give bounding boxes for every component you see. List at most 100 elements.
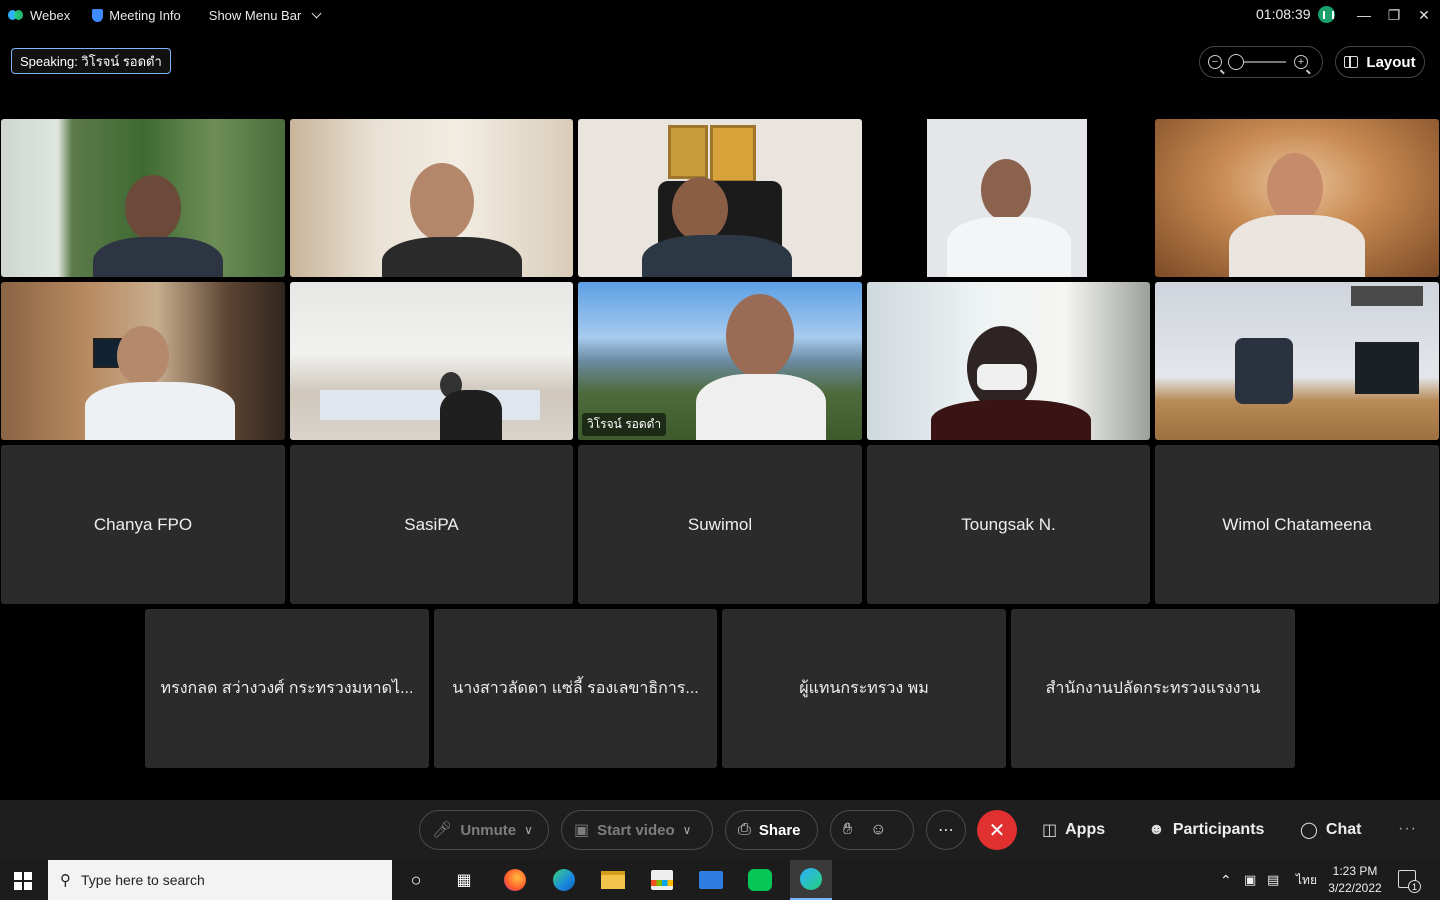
share-label: Share: [758, 821, 801, 839]
windows-taskbar: ⚲ Type here to search ○ ▦ ⌃ ▣ ▤ ไทย 1:23…: [0, 860, 1440, 900]
participant-tile[interactable]: ผู้แทนกระทรวง พม: [722, 609, 1006, 768]
meeting-info-button[interactable]: Meeting Info: [92, 8, 181, 23]
meet-now-icon[interactable]: ▣: [1244, 860, 1256, 900]
video-tile[interactable]: [867, 282, 1150, 440]
video-tile[interactable]: [290, 119, 573, 277]
participants-button[interactable]: ☻ Participants: [1148, 810, 1264, 850]
video-tile-active-speaker[interactable]: วิโรจน์ รอดดำ: [578, 282, 862, 440]
edge-icon[interactable]: [549, 865, 579, 895]
participant-tile[interactable]: Suwimol: [578, 445, 862, 604]
webex-taskbar-icon[interactable]: [790, 860, 832, 900]
file-explorer-icon[interactable]: [598, 865, 628, 895]
video-off-icon: ▣: [574, 822, 590, 839]
share-button[interactable]: ⎙ Share: [725, 810, 818, 850]
restore-icon[interactable]: ❐: [1381, 4, 1407, 26]
chevron-up-icon[interactable]: ⌃: [1220, 860, 1232, 900]
meeting-info-label: Meeting Info: [109, 7, 181, 23]
shield-icon: [92, 8, 104, 22]
share-screen-icon: ⎙: [738, 821, 751, 838]
participant-tile[interactable]: สำนักงานปลัดกระทรวงแรงงาน: [1011, 609, 1295, 768]
video-tile[interactable]: [578, 119, 862, 277]
show-menu-bar-button[interactable]: Show Menu Bar: [208, 7, 322, 23]
store-icon[interactable]: [647, 865, 677, 895]
show-menu-bar-label: Show Menu Bar: [208, 7, 302, 23]
participant-figure: [125, 175, 181, 241]
windows-start-icon[interactable]: [14, 872, 32, 890]
meeting-timer: 01:08:39: [1256, 6, 1311, 22]
app-name: Webex: [30, 7, 71, 23]
line-icon[interactable]: [745, 865, 775, 895]
participant-tile[interactable]: Wimol Chatameena: [1155, 445, 1439, 604]
zoom-slider-knob[interactable]: [1228, 54, 1244, 70]
participant-body: [947, 217, 1071, 277]
participant-figure: [1267, 153, 1323, 223]
webex-app-label[interactable]: Webex: [8, 8, 70, 23]
empty-chair: [1235, 338, 1293, 404]
apps-grid-icon: ◫: [1042, 822, 1058, 839]
notification-count: 1: [1408, 880, 1421, 893]
participant-figure: [981, 159, 1031, 221]
participant-figure: [672, 177, 728, 241]
more-options-button[interactable]: ⋯: [926, 810, 966, 850]
zoom-slider[interactable]: [1228, 54, 1286, 70]
chat-bubble-icon: ◯: [1300, 822, 1318, 839]
video-zoom-control: − +: [1199, 46, 1323, 78]
overflow-menu-icon[interactable]: ···: [1398, 820, 1417, 838]
taskbar-clock[interactable]: 1:23 PM 3/22/2022: [1324, 863, 1386, 897]
input-language[interactable]: ไทย: [1296, 860, 1317, 900]
participant-tile[interactable]: Chanya FPO: [1, 445, 285, 604]
firefox-icon[interactable]: [500, 865, 530, 895]
chat-label: Chat: [1325, 821, 1362, 838]
close-icon: ✕: [988, 819, 1006, 842]
leave-meeting-button[interactable]: ✕: [977, 810, 1017, 850]
network-health-icon[interactable]: [1318, 6, 1335, 23]
video-tile[interactable]: [867, 119, 1150, 277]
wall-picture: [1351, 286, 1423, 306]
participant-body: [93, 237, 223, 277]
participant-body: [382, 237, 522, 277]
notification-icon[interactable]: 1: [1398, 870, 1421, 893]
participant-name: ผู้แทนกระทรวง พม: [799, 680, 929, 697]
wall-picture: [668, 125, 708, 179]
taskbar-search[interactable]: ⚲ Type here to search: [48, 860, 392, 900]
apps-label: Apps: [1065, 821, 1106, 838]
unmute-button[interactable]: 🎤︎ Unmute ∨: [419, 810, 549, 850]
participant-name-caption: วิโรจน์ รอดดำ: [582, 413, 667, 436]
webex-logo-icon: [8, 9, 24, 21]
raise-hand-icon[interactable]: ✋︎: [843, 821, 852, 839]
zoom-out-icon[interactable]: −: [1208, 55, 1222, 69]
video-tile[interactable]: [290, 282, 573, 440]
minimize-icon[interactable]: —: [1351, 4, 1377, 26]
participant-tile[interactable]: SasiPA: [290, 445, 573, 604]
chat-button[interactable]: ◯ Chat: [1300, 810, 1361, 850]
close-icon[interactable]: ✕: [1411, 4, 1437, 26]
apps-button[interactable]: ◫ Apps: [1042, 810, 1105, 850]
participant-body: [1229, 215, 1365, 277]
video-tile[interactable]: [1155, 119, 1439, 277]
video-tile[interactable]: [1, 282, 285, 440]
start-video-label: Start video: [597, 821, 675, 839]
mail-icon[interactable]: [696, 865, 726, 895]
chevron-down-icon[interactable]: ∨: [524, 823, 533, 837]
participant-tile[interactable]: Toungsak N.: [867, 445, 1150, 604]
layout-grid-icon: [1344, 56, 1359, 68]
participant-name: Chanya FPO: [93, 514, 193, 534]
video-tile[interactable]: [1155, 282, 1439, 440]
video-tile[interactable]: [1, 119, 285, 277]
conference-table: [320, 390, 540, 420]
participant-tile[interactable]: นางสาวลัดดา แซ่ลี้ รองเลขาธิการ...: [434, 609, 717, 768]
chevron-down-icon[interactable]: ∨: [683, 823, 692, 837]
cortana-icon[interactable]: ○: [401, 865, 431, 895]
reactions-icon[interactable]: ☺: [870, 821, 886, 839]
participant-name: Suwimol: [687, 514, 753, 534]
participant-tile[interactable]: ทรงกลด สว่างวงศ์ กระทรวงมหาดไ...: [145, 609, 429, 768]
unmute-label: Unmute: [460, 821, 517, 839]
start-video-button[interactable]: ▣ Start video ∨: [561, 810, 713, 850]
zoom-in-icon[interactable]: +: [1294, 55, 1308, 69]
participant-body: [642, 235, 792, 277]
layout-button[interactable]: Layout: [1335, 46, 1425, 78]
network-icon[interactable]: ▤: [1267, 860, 1279, 900]
task-view-icon[interactable]: ▦: [449, 865, 479, 895]
participant-figure: [726, 294, 794, 378]
participant-name: Wimol Chatameena: [1222, 514, 1372, 534]
